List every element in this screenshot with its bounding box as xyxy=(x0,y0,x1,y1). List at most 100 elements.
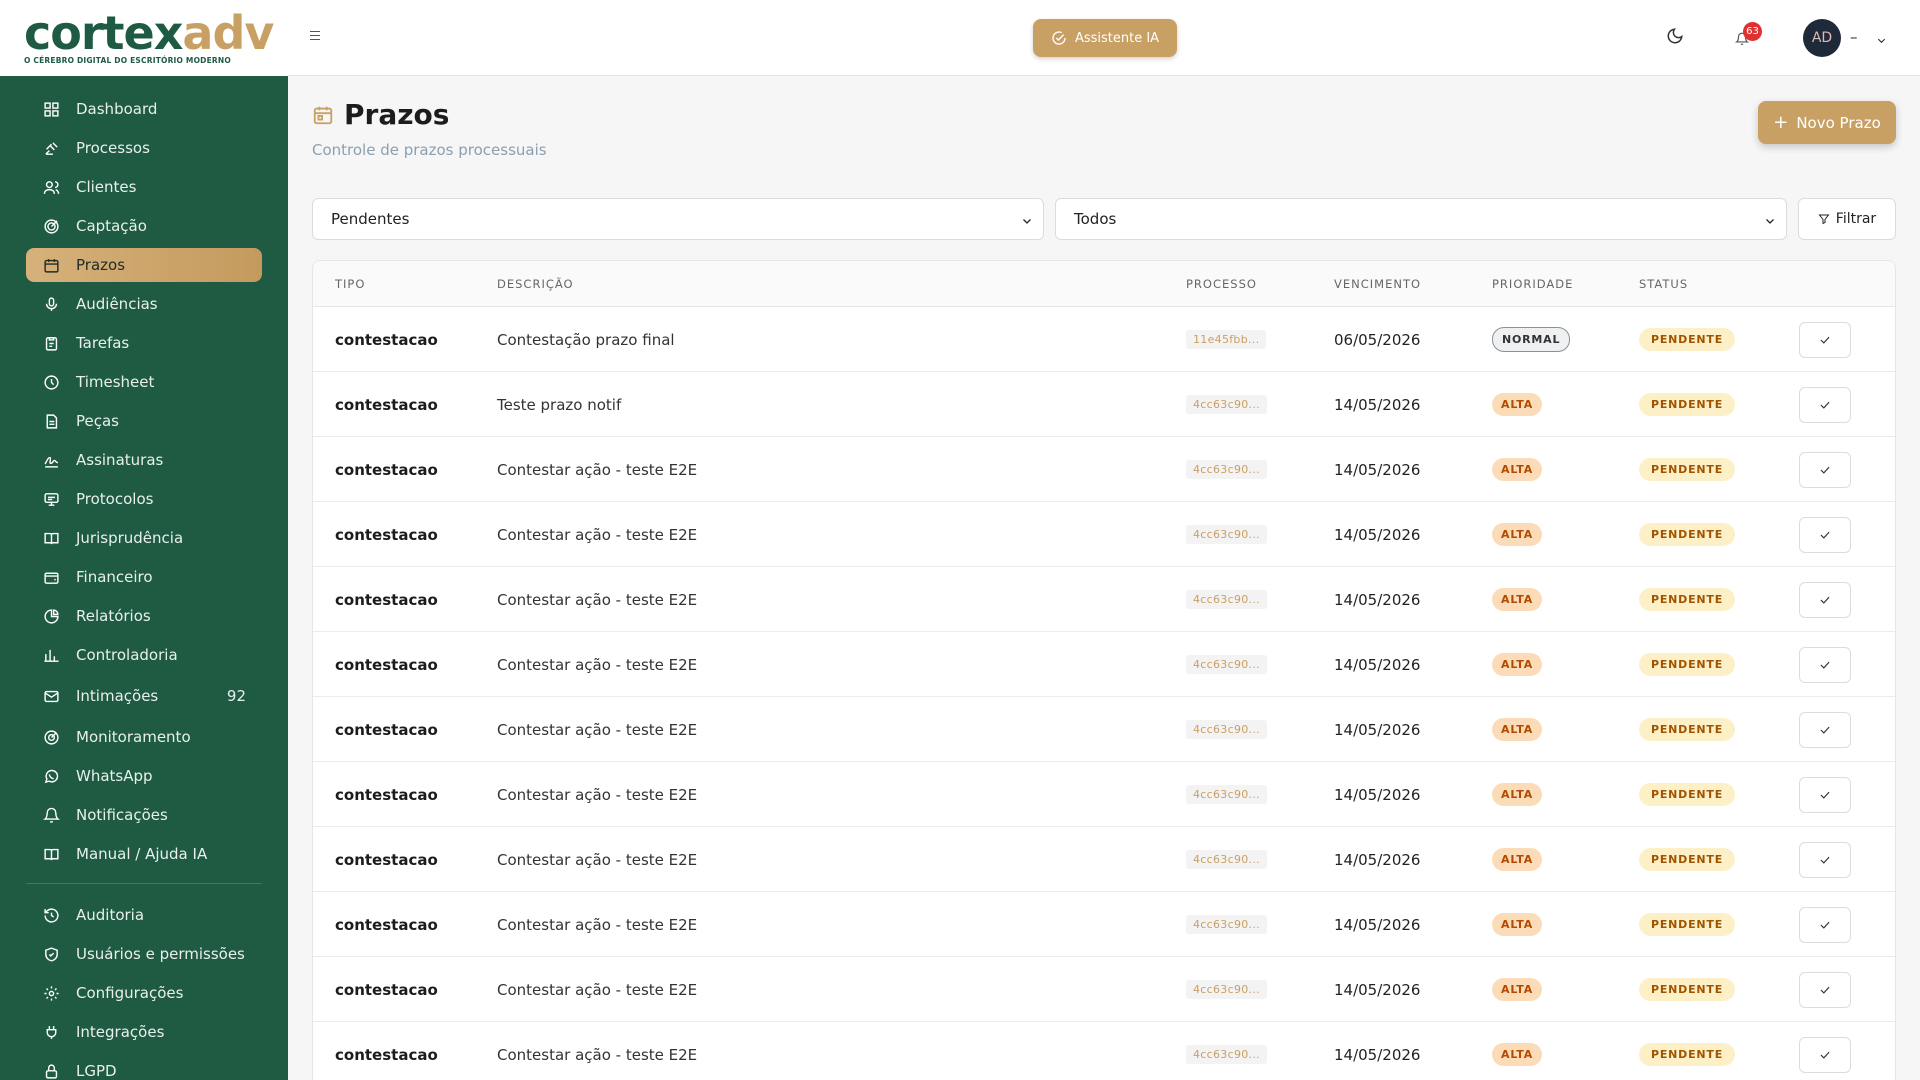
gavel-icon xyxy=(42,139,60,157)
sidebar-item-controladoria[interactable]: Controladoria xyxy=(26,638,262,672)
process-id-tag[interactable]: 4cc63c90... xyxy=(1186,785,1267,804)
sidebar-item-assinaturas[interactable]: Assinaturas xyxy=(26,443,262,477)
sidebar-item-financeiro[interactable]: Financeiro xyxy=(26,560,262,594)
sidebar-item-protocolos[interactable]: Protocolos xyxy=(26,482,262,516)
cell-status: PENDENTE xyxy=(1639,762,1736,827)
file-icon xyxy=(42,412,60,430)
table-row[interactable]: contestacao Contestar ação - teste E2E 4cc… xyxy=(313,762,1895,827)
mark-done-button[interactable] xyxy=(1799,711,1851,748)
process-id-tag[interactable]: 4cc63c90... xyxy=(1186,525,1267,544)
mark-done-button[interactable] xyxy=(1799,516,1851,553)
table-row[interactable]: contestacao Contestar ação - teste E2E 4cc… xyxy=(313,1022,1895,1080)
table-row[interactable]: contestacao Contestar ação - teste E2E 4cc… xyxy=(313,827,1895,892)
col-header-prioridade[interactable]: PRIORIDADE xyxy=(1492,277,1573,291)
cell-actions xyxy=(1799,307,1851,372)
filter-button[interactable]: Filtrar xyxy=(1798,198,1896,240)
mark-done-button[interactable] xyxy=(1799,906,1851,943)
table-row[interactable]: contestacao Contestar ação - teste E2E 4cc… xyxy=(313,892,1895,957)
sidebar-item-lgpd[interactable]: LGPD xyxy=(26,1054,262,1080)
ai-assistant-button[interactable]: Assistente IA xyxy=(1033,19,1177,57)
lock-icon xyxy=(42,1062,60,1080)
avatar[interactable]: AD xyxy=(1803,19,1841,57)
sidebar-item-jurisprudencia[interactable]: Jurisprudência xyxy=(26,521,262,555)
process-id-tag[interactable]: 4cc63c90... xyxy=(1186,980,1267,999)
sidebar-item-intimacoes[interactable]: Intimações 92 xyxy=(26,677,262,715)
cell-status: PENDENTE xyxy=(1639,827,1736,892)
sidebar-item-audiencias[interactable]: Audiências xyxy=(26,287,262,321)
mark-done-button[interactable] xyxy=(1799,646,1851,683)
cell-status: PENDENTE xyxy=(1639,502,1736,567)
sidebar-item-prazos[interactable]: Prazos xyxy=(26,248,262,282)
process-id-tag[interactable]: 4cc63c90... xyxy=(1186,915,1267,934)
process-id-tag[interactable]: 4cc63c90... xyxy=(1186,395,1267,414)
col-header-descricao[interactable]: DESCRIÇÃO xyxy=(497,277,574,291)
mark-done-button[interactable] xyxy=(1799,776,1851,813)
chevron-down-icon[interactable] xyxy=(1876,31,1888,44)
process-id-tag[interactable]: 4cc63c90... xyxy=(1186,590,1267,609)
topbar: Assistente IA 63 AD – xyxy=(288,0,1920,76)
sidebar-item-label: Monitoramento xyxy=(76,728,191,746)
table-row[interactable]: contestacao Contestar ação - teste E2E 4cc… xyxy=(313,957,1895,1022)
status-badge: PENDENTE xyxy=(1639,328,1736,351)
sidebar-item-manual-ajuda-ia[interactable]: Manual / Ajuda IA xyxy=(26,837,262,871)
sidebar-item-configuracoes[interactable]: Configurações xyxy=(26,976,262,1010)
cell-descricao: Contestar ação - teste E2E xyxy=(497,460,698,479)
sidebar-item-captacao[interactable]: Captação xyxy=(26,209,262,243)
status-badge: PENDENTE xyxy=(1639,588,1736,611)
priority-select[interactable]: Todos xyxy=(1055,198,1787,240)
col-header-tipo[interactable]: TIPO xyxy=(335,277,365,291)
mark-done-button[interactable] xyxy=(1799,971,1851,1008)
process-id-tag[interactable]: 4cc63c90... xyxy=(1186,850,1267,869)
sidebar-item-dashboard[interactable]: Dashboard xyxy=(26,92,262,126)
cell-vencimento: 14/05/2026 xyxy=(1334,525,1421,544)
sidebar-item-notificacoes[interactable]: Notificações xyxy=(26,798,262,832)
sidebar-item-whatsapp[interactable]: WhatsApp xyxy=(26,759,262,793)
table-row[interactable]: contestacao Contestar ação - teste E2E 4cc… xyxy=(313,502,1895,567)
sidebar-item-tarefas[interactable]: Tarefas xyxy=(26,326,262,360)
sidebar-item-timesheet[interactable]: Timesheet xyxy=(26,365,262,399)
process-id-tag[interactable]: 4cc63c90... xyxy=(1186,720,1267,739)
col-header-processo[interactable]: PROCESSO xyxy=(1186,277,1257,291)
logo[interactable]: cortexadv O CÉREBRO DIGITAL DO ESCRITÓRI… xyxy=(0,0,288,76)
table-row[interactable]: contestacao Contestar ação - teste E2E 4cc… xyxy=(313,437,1895,502)
notifications-bell-icon[interactable]: 63 xyxy=(1734,22,1762,48)
sidebar-item-pecas[interactable]: Peças xyxy=(26,404,262,438)
sidebar-item-label: Assinaturas xyxy=(76,451,164,469)
sidebar-item-auditoria[interactable]: Auditoria xyxy=(26,898,262,932)
cell-vencimento: 14/05/2026 xyxy=(1334,655,1421,674)
table-row[interactable]: contestacao Contestação prazo final 11e45f… xyxy=(313,307,1895,372)
table-row[interactable]: contestacao Contestar ação - teste E2E 4cc… xyxy=(313,567,1895,632)
sidebar-item-relatorios[interactable]: Relatórios xyxy=(26,599,262,633)
table-row[interactable]: contestacao Teste prazo notif 4cc63c90... 1… xyxy=(313,372,1895,437)
theme-toggle-moon-icon[interactable] xyxy=(1666,27,1686,47)
book-open-icon xyxy=(42,845,60,863)
sidebar-item-processos[interactable]: Processos xyxy=(26,131,262,165)
sidebar-item-monitoramento[interactable]: Monitoramento xyxy=(26,720,262,754)
status-select[interactable]: Pendentes xyxy=(312,198,1044,240)
process-id-tag[interactable]: 4cc63c90... xyxy=(1186,1045,1267,1064)
mark-done-button[interactable] xyxy=(1799,321,1851,358)
cell-prioridade: ALTA xyxy=(1492,372,1543,437)
mark-done-button[interactable] xyxy=(1799,386,1851,423)
new-deadline-button[interactable]: + Novo Prazo xyxy=(1758,101,1896,144)
process-id-tag[interactable]: 11e45fbb... xyxy=(1186,330,1267,349)
sidebar-item-integracoes[interactable]: Integrações xyxy=(26,1015,262,1049)
cell-prioridade: ALTA xyxy=(1492,437,1543,502)
priority-badge: ALTA xyxy=(1492,588,1543,611)
menu-toggle-icon[interactable] xyxy=(310,28,326,44)
mark-done-button[interactable] xyxy=(1799,451,1851,488)
cell-status: PENDENTE xyxy=(1639,892,1736,957)
mark-done-button[interactable] xyxy=(1799,581,1851,618)
table-row[interactable]: contestacao Contestar ação - teste E2E 4cc… xyxy=(313,632,1895,697)
status-badge: PENDENTE xyxy=(1639,523,1736,546)
sidebar-item-usuarios-e-permissoes[interactable]: Usuários e permissões xyxy=(26,937,262,971)
col-header-status[interactable]: STATUS xyxy=(1639,277,1688,291)
table-row[interactable]: contestacao Contestar ação - teste E2E 4cc… xyxy=(313,697,1895,762)
mark-done-button[interactable] xyxy=(1799,841,1851,878)
col-header-vencimento[interactable]: VENCIMENTO xyxy=(1334,277,1421,291)
mark-done-button[interactable] xyxy=(1799,1036,1851,1073)
process-id-tag[interactable]: 4cc63c90... xyxy=(1186,460,1267,479)
sidebar-item-clientes[interactable]: Clientes xyxy=(26,170,262,204)
process-id-tag[interactable]: 4cc63c90... xyxy=(1186,655,1267,674)
user-name[interactable]: – xyxy=(1850,28,1858,46)
